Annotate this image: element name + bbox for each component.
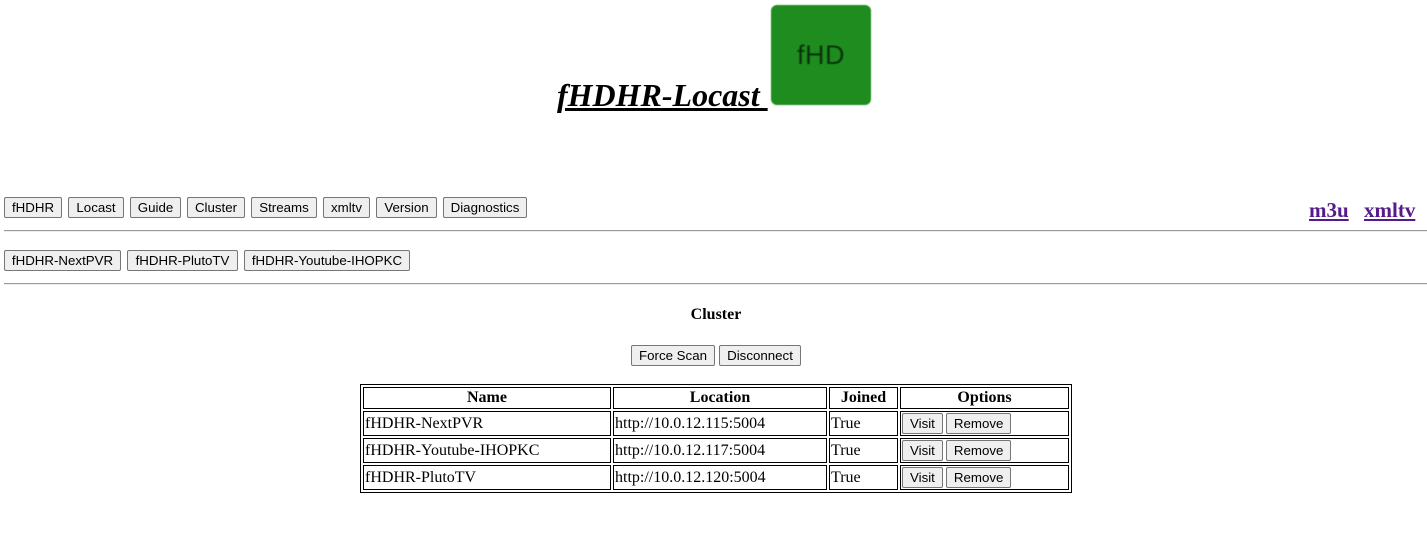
column-header-location: Location — [613, 387, 827, 409]
force-scan-button[interactable]: Force Scan — [631, 345, 715, 366]
site-title-link[interactable]: fHDHR-Locast — [557, 76, 768, 114]
column-header-options: Options — [900, 387, 1069, 409]
node-name-cell: fHDHR-NextPVR — [363, 411, 611, 436]
node-options-cell: Visit Remove — [900, 411, 1069, 436]
nav-button-locast[interactable]: Locast — [68, 197, 124, 218]
nav-button-xmltv[interactable]: xmltv — [323, 197, 370, 218]
node-name-cell: fHDHR-Youtube-IHOPKC — [363, 438, 611, 463]
table-header-row: Name Location Joined Options — [363, 387, 1069, 409]
divider — [4, 283, 1427, 285]
nav-button-guide[interactable]: Guide — [130, 197, 181, 218]
node-joined-cell: True — [829, 411, 898, 436]
m3u-link[interactable]: m3u — [1309, 197, 1349, 223]
nav-button-diagnostics[interactable]: Diagnostics — [443, 197, 527, 218]
visit-button[interactable]: Visit — [902, 440, 943, 461]
remove-button[interactable]: Remove — [945, 467, 1012, 488]
logo-text: fHD — [797, 39, 845, 70]
node-location-cell: http://10.0.12.115:5004 — [613, 411, 827, 436]
cluster-node-button-plutotv[interactable]: fHDHR-PlutoTV — [127, 250, 238, 271]
divider — [4, 230, 1427, 232]
nav-button-streams[interactable]: Streams — [251, 197, 317, 218]
node-joined-cell: True — [829, 438, 898, 463]
visit-button[interactable]: Visit — [902, 467, 943, 488]
column-header-name: Name — [363, 387, 611, 409]
cluster-node-button-nextpvr[interactable]: fHDHR-NextPVR — [4, 250, 121, 271]
remove-button[interactable]: Remove — [945, 413, 1012, 434]
visit-button[interactable]: Visit — [902, 413, 943, 434]
page: fHDHR-Locast fHD fHDHR Locast Guide Clus… — [0, 0, 1427, 558]
node-location-cell: http://10.0.12.120:5004 — [613, 465, 827, 490]
fhdhr-logo[interactable]: fHD — [771, 5, 871, 105]
column-header-joined: Joined — [829, 387, 898, 409]
cluster-node-button-youtube-ihopkc[interactable]: fHDHR-Youtube-IHOPKC — [244, 250, 410, 271]
disconnect-button[interactable]: Disconnect — [719, 345, 801, 366]
table-row: fHDHR-Youtube-IHOPKC http://10.0.12.117:… — [363, 438, 1069, 463]
cluster-table: Name Location Joined Options fHDHR-NextP… — [360, 384, 1072, 493]
remove-button[interactable]: Remove — [945, 440, 1012, 461]
node-location-cell: http://10.0.12.117:5004 — [613, 438, 827, 463]
table-row: fHDHR-PlutoTV http://10.0.12.120:5004 Tr… — [363, 465, 1069, 490]
node-options-cell: Visit Remove — [900, 465, 1069, 490]
nav-button-version[interactable]: Version — [376, 197, 437, 218]
xmltv-link[interactable]: xmltv — [1364, 197, 1415, 223]
node-options-cell: Visit Remove — [900, 438, 1069, 463]
table-row: fHDHR-NextPVR http://10.0.12.115:5004 Tr… — [363, 411, 1069, 436]
node-joined-cell: True — [829, 465, 898, 490]
cluster-heading: Cluster — [690, 306, 742, 323]
nav-button-cluster[interactable]: Cluster — [187, 197, 245, 218]
node-name-cell: fHDHR-PlutoTV — [363, 465, 611, 490]
nav-button-fhdhr[interactable]: fHDHR — [4, 197, 62, 218]
